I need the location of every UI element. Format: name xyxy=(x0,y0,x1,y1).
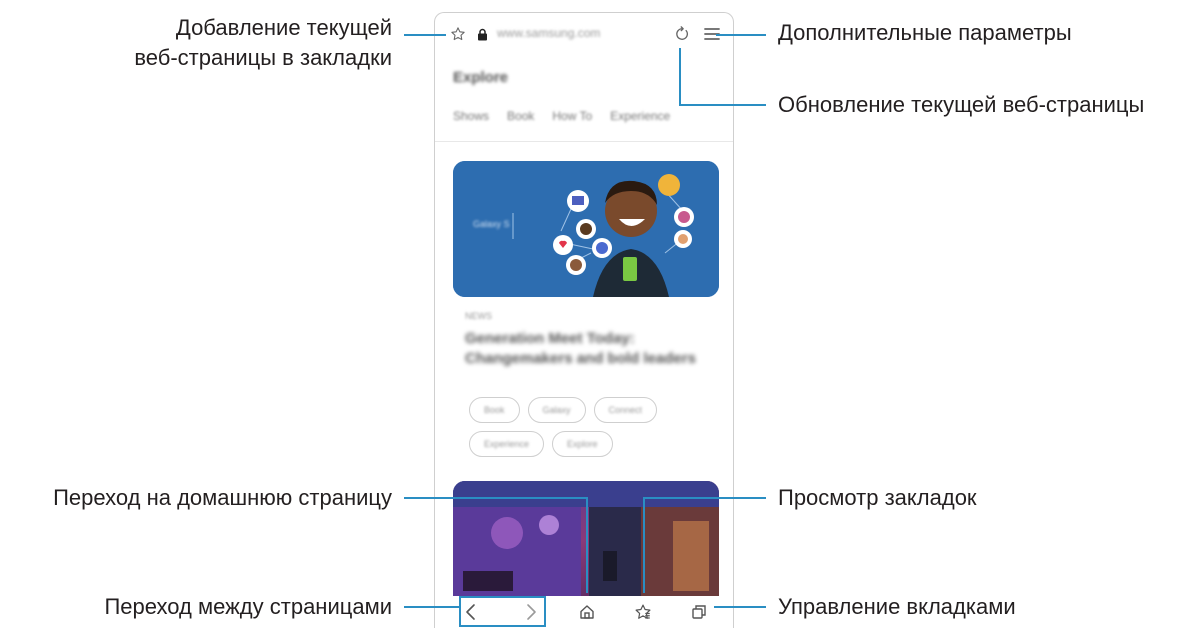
leader-line xyxy=(643,497,645,593)
tag-chip[interactable]: Galaxy xyxy=(527,397,586,423)
tabs-icon[interactable] xyxy=(687,596,711,628)
address-bar: www.samsung.com xyxy=(435,13,733,57)
leader-line xyxy=(643,497,766,499)
hero-illustration xyxy=(453,161,719,297)
tag-label: Explore xyxy=(567,439,598,449)
tag-label: Book xyxy=(484,405,505,415)
leader-line xyxy=(404,34,446,36)
home-icon[interactable] xyxy=(575,596,599,628)
callout-home: Переход на домашнюю страницу xyxy=(53,485,392,510)
leader-line xyxy=(679,48,681,106)
leader-line xyxy=(714,606,766,608)
leader-line xyxy=(716,34,766,36)
tab-item[interactable]: How To xyxy=(552,109,592,123)
page-heading: Explore xyxy=(453,69,509,86)
url-field[interactable]: www.samsung.com xyxy=(497,26,600,40)
bookmarks-icon[interactable] xyxy=(631,596,655,628)
tag-chip[interactable]: Connect xyxy=(593,397,658,423)
article-kicker: NEWS xyxy=(465,311,492,321)
leader-line xyxy=(679,104,766,106)
callout-refresh: Обновление текущей веб-страницы xyxy=(778,92,1145,117)
callout-view-bookmarks: Просмотр закладок xyxy=(778,485,977,510)
page-navigation-frame xyxy=(459,596,546,627)
leader-line xyxy=(404,606,460,608)
divider xyxy=(435,141,733,142)
tag-chip[interactable]: Book xyxy=(469,397,520,423)
tag-label: Galaxy xyxy=(542,405,571,415)
lock-icon xyxy=(475,26,489,42)
star-icon[interactable] xyxy=(449,25,467,43)
content-tabs: Shows Book How To Experience xyxy=(453,109,670,123)
tab-item[interactable]: Experience xyxy=(610,109,670,123)
callout-manage-tabs: Управление вкладками xyxy=(778,594,1016,619)
tag-label: Experience xyxy=(484,439,530,449)
callout-bookmark-add: Добавление текущей веб-страницы в заклад… xyxy=(134,15,392,70)
leader-line xyxy=(404,497,588,499)
leader-line xyxy=(586,497,588,593)
tab-item[interactable]: Shows xyxy=(453,109,489,123)
refresh-icon[interactable] xyxy=(671,23,693,45)
tag-chip[interactable]: Explore xyxy=(552,431,613,457)
hero-banner[interactable]: Galaxy S xyxy=(453,161,719,297)
callout-more-options: Дополнительные параметры xyxy=(778,20,1072,45)
callout-navigate-pages: Переход между страницами xyxy=(104,594,392,619)
hero-caption: Galaxy S xyxy=(473,219,510,229)
tab-item[interactable]: Book xyxy=(507,109,534,123)
tag-list: Book Galaxy Connect Experience Explore xyxy=(469,397,699,457)
tag-label: Connect xyxy=(608,405,643,415)
article-title[interactable]: Generation Meet Today: Changemakers and … xyxy=(465,329,705,369)
tag-chip[interactable]: Experience xyxy=(469,431,545,457)
